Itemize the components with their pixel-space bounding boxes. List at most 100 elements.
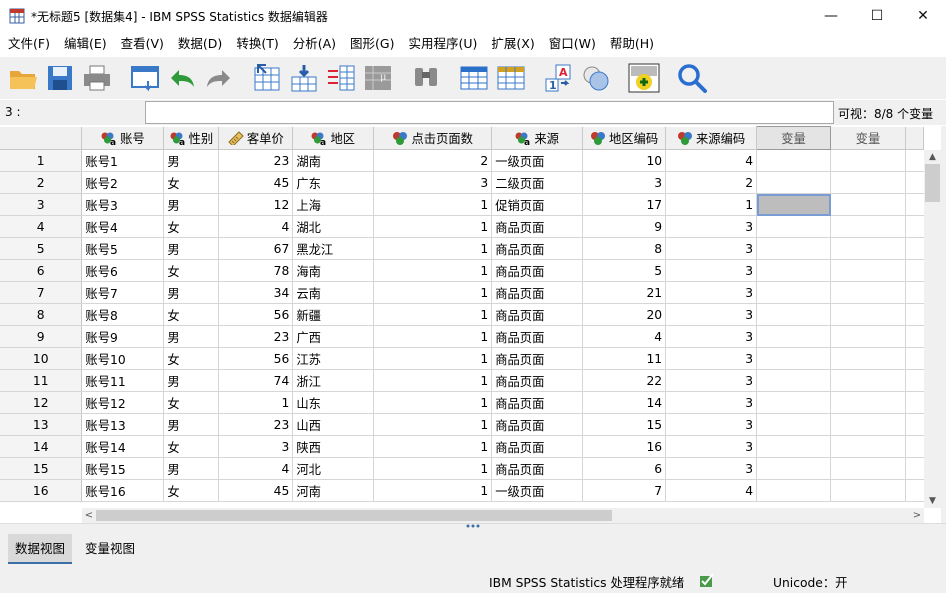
row-number[interactable]: 10 — [0, 347, 83, 370]
data-cell[interactable]: 1 — [218, 391, 294, 414]
data-cell[interactable]: 男 — [163, 325, 220, 348]
data-cell[interactable]: 1 — [373, 413, 493, 436]
data-cell[interactable]: 男 — [163, 457, 220, 480]
data-cell[interactable]: 账号5 — [81, 237, 165, 260]
empty-cell[interactable] — [830, 193, 906, 216]
data-cell[interactable]: 女 — [163, 259, 220, 282]
data-cell[interactable]: 账号3 — [81, 193, 165, 216]
data-cell[interactable]: 1 — [373, 325, 493, 348]
menu-view[interactable]: 查看(V) — [114, 33, 171, 55]
empty-cell[interactable] — [830, 325, 906, 348]
data-cell[interactable]: 商品页面 — [491, 413, 584, 436]
undo-icon[interactable] — [165, 60, 199, 96]
row-number[interactable]: 4 — [0, 215, 83, 238]
column-header[interactable]: a 性别 — [163, 126, 220, 150]
search-icon[interactable] — [675, 60, 709, 96]
insert-cases-icon[interactable] — [457, 60, 491, 96]
data-cell[interactable]: 陕西 — [292, 435, 375, 458]
data-cell[interactable]: 3 — [665, 281, 758, 304]
row-number[interactable]: 11 — [0, 369, 83, 392]
data-cell[interactable]: 商品页面 — [491, 391, 584, 414]
data-cell[interactable]: 二级页面 — [491, 171, 584, 194]
column-header[interactable]: a 地区 — [292, 126, 375, 150]
row-number[interactable]: 16 — [0, 479, 83, 502]
empty-variable-header[interactable]: 变量 — [756, 126, 831, 150]
data-cell[interactable]: 23 — [218, 149, 294, 172]
data-cell[interactable]: 7 — [582, 479, 667, 502]
find-icon[interactable] — [409, 60, 443, 96]
data-cell[interactable]: 女 — [163, 435, 220, 458]
empty-cell[interactable] — [830, 171, 906, 194]
data-cell[interactable]: 商品页面 — [491, 435, 584, 458]
data-cell[interactable]: 男 — [163, 193, 220, 216]
data-cell[interactable]: 账号4 — [81, 215, 165, 238]
empty-cell[interactable] — [756, 369, 831, 392]
data-cell[interactable]: 3 — [665, 237, 758, 260]
data-cell[interactable]: 3 — [665, 325, 758, 348]
empty-cell[interactable] — [756, 171, 831, 194]
row-number[interactable]: 13 — [0, 413, 83, 436]
variables-icon[interactable] — [324, 60, 358, 96]
data-cell[interactable]: 1 — [373, 479, 493, 502]
menu-help[interactable]: 帮助(H) — [603, 33, 661, 55]
data-cell[interactable]: 湖北 — [292, 215, 375, 238]
weight-cases-icon[interactable] — [579, 60, 613, 96]
data-cell[interactable]: 5 — [582, 259, 667, 282]
data-cell[interactable]: 1 — [373, 369, 493, 392]
data-cell[interactable]: 3 — [373, 171, 493, 194]
data-cell[interactable]: 男 — [163, 413, 220, 436]
menu-edit[interactable]: 编辑(E) — [57, 33, 114, 55]
data-cell[interactable]: 3 — [665, 435, 758, 458]
scroll-left-arrow-icon[interactable]: < — [82, 508, 96, 523]
horizontal-scroll-thumb[interactable] — [96, 510, 612, 521]
empty-cell[interactable] — [830, 259, 906, 282]
empty-cell[interactable] — [830, 369, 906, 392]
data-cell[interactable]: 10 — [582, 149, 667, 172]
data-cell[interactable]: 账号7 — [81, 281, 165, 304]
data-cell[interactable]: 促销页面 — [491, 193, 584, 216]
tab-data-view[interactable]: 数据视图 — [8, 534, 73, 564]
data-cell[interactable]: 女 — [163, 303, 220, 326]
data-cell[interactable]: 男 — [163, 149, 220, 172]
menu-file[interactable]: 文件(F) — [1, 33, 57, 55]
vertical-scroll-thumb[interactable] — [925, 164, 940, 202]
data-cell[interactable]: 3 — [665, 259, 758, 282]
data-cell[interactable]: 山东 — [292, 391, 375, 414]
column-header[interactable]: a 来源 — [491, 126, 584, 150]
menu-graphs[interactable]: 图形(G) — [343, 33, 401, 55]
data-cell[interactable]: 45 — [218, 479, 294, 502]
data-cell[interactable]: 账号16 — [81, 479, 165, 502]
data-cell[interactable]: 男 — [163, 281, 220, 304]
data-cell[interactable]: 4 — [582, 325, 667, 348]
empty-cell[interactable] — [756, 215, 831, 238]
data-cell[interactable]: 11 — [582, 347, 667, 370]
recall-dialog-icon[interactable] — [128, 60, 162, 96]
empty-cell[interactable] — [830, 435, 906, 458]
data-cell[interactable]: 3 — [665, 391, 758, 414]
data-cell[interactable]: 账号8 — [81, 303, 165, 326]
row-number[interactable]: 12 — [0, 391, 83, 414]
tab-variable-view[interactable]: 变量视图 — [78, 534, 143, 564]
empty-cell[interactable] — [756, 303, 831, 326]
data-cell[interactable]: 1 — [665, 193, 758, 216]
menu-utilities[interactable]: 实用程序(U) — [401, 33, 484, 55]
data-cell[interactable]: 21 — [582, 281, 667, 304]
data-cell[interactable]: 1 — [373, 303, 493, 326]
data-cell[interactable]: 账号10 — [81, 347, 165, 370]
empty-cell[interactable] — [756, 281, 831, 304]
data-cell[interactable]: 山西 — [292, 413, 375, 436]
row-number[interactable]: 8 — [0, 303, 83, 326]
data-cell[interactable]: 商品页面 — [491, 259, 584, 282]
data-cell[interactable]: 1 — [373, 193, 493, 216]
redo-icon[interactable] — [202, 60, 236, 96]
data-cell[interactable]: 商品页面 — [491, 325, 584, 348]
empty-cell[interactable] — [830, 303, 906, 326]
empty-cell[interactable] — [756, 347, 831, 370]
empty-cell[interactable] — [830, 149, 906, 172]
horizontal-scrollbar[interactable]: < > — [82, 508, 924, 523]
vertical-scrollbar[interactable]: ▲ ▼ — [924, 150, 941, 508]
empty-cell[interactable] — [756, 325, 831, 348]
scroll-down-arrow-icon[interactable]: ▼ — [924, 494, 941, 508]
data-cell[interactable]: 78 — [218, 259, 294, 282]
data-cell[interactable]: 男 — [163, 369, 220, 392]
